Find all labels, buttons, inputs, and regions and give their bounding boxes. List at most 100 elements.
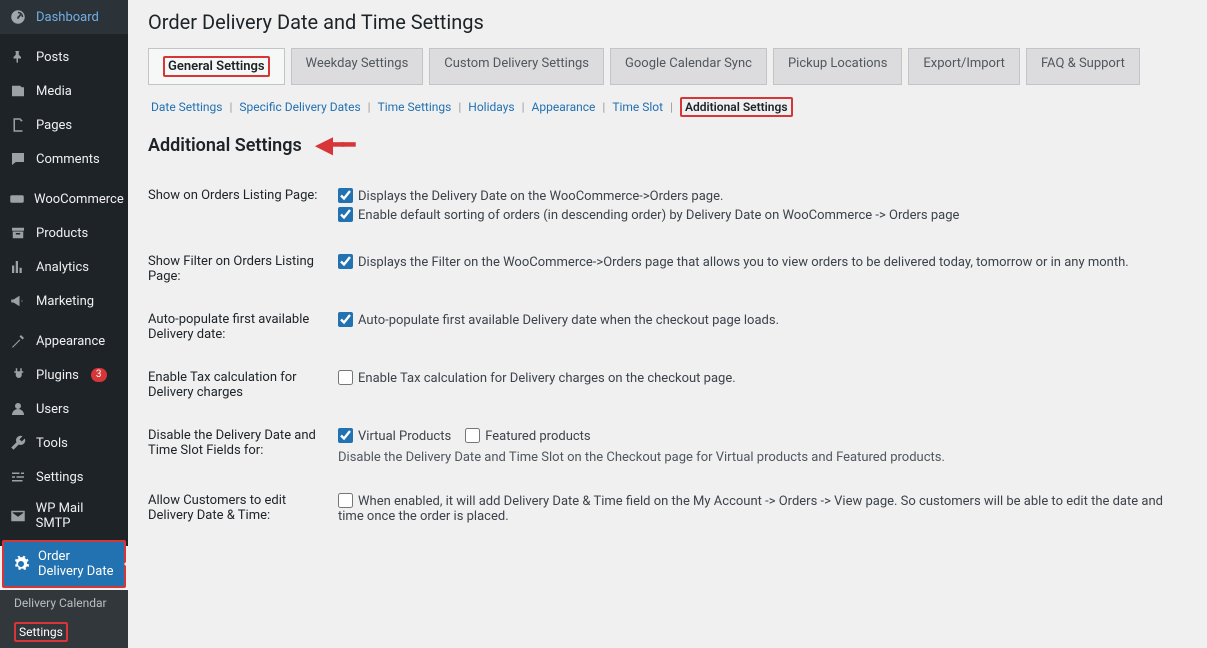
separator: | <box>522 100 525 114</box>
option[interactable]: Enable Tax calculation for Delivery char… <box>338 370 1189 386</box>
option[interactable]: Auto-populate first available Delivery d… <box>338 312 1189 328</box>
subtab-date-settings[interactable]: Date Settings <box>148 98 225 116</box>
page-icon <box>8 115 28 135</box>
main-content: Order Delivery Date and Time Settings Ge… <box>128 0 1207 546</box>
label: Analytics <box>36 260 89 275</box>
sidebar-item-order-delivery-date[interactable]: Order Delivery Date <box>2 540 126 588</box>
option[interactable]: Featured products <box>465 428 590 444</box>
tab-weekday-settings[interactable]: Weekday Settings <box>291 48 424 85</box>
sidebar-sub-settings[interactable]: Settings <box>0 616 128 648</box>
setting-controls: Enable Tax calculation for Delivery char… <box>338 356 1189 414</box>
label: Settings <box>14 622 68 642</box>
tab-google-calendar-sync[interactable]: Google Calendar Sync <box>610 48 767 85</box>
page-title: Order Delivery Date and Time Settings <box>148 10 1189 34</box>
setting-controls: When enabled, it will display the availa… <box>338 541 1189 546</box>
label: Order Delivery Date <box>38 549 116 579</box>
label: Pages <box>36 118 72 133</box>
sidebar-item-woocommerce[interactable]: WooCommerce <box>0 182 128 216</box>
sidebar-item-comments[interactable]: Comments <box>0 142 128 176</box>
sidebar-item-appearance[interactable]: Appearance <box>0 324 128 358</box>
tab-pickup-locations[interactable]: Pickup Locations <box>773 48 902 85</box>
checkbox[interactable] <box>338 370 353 385</box>
setting-label: Display availability on date <box>148 541 338 546</box>
plug-icon <box>8 365 28 385</box>
setting-row: Enable Tax calculation for Delivery char… <box>148 356 1189 414</box>
checkbox[interactable] <box>465 428 480 443</box>
subtab-specific-delivery-dates[interactable]: Specific Delivery Dates <box>236 98 363 116</box>
chart-icon <box>8 257 28 277</box>
checkbox[interactable] <box>338 254 353 269</box>
media-icon <box>8 81 28 101</box>
sidebar-submenu: Delivery Calendar Settings <box>0 590 128 648</box>
gear-icon <box>12 554 30 574</box>
sidebar-item-posts[interactable]: Posts <box>0 40 128 74</box>
subtab-holidays[interactable]: Holidays <box>465 98 517 116</box>
option[interactable]: Displays the Delivery Date on the WooCom… <box>338 188 1189 204</box>
sidebar-item-marketing[interactable]: Marketing <box>0 284 128 318</box>
label: General Settings <box>163 56 270 77</box>
option-text: Virtual Products <box>358 429 451 444</box>
label: Additional Settings <box>680 97 793 117</box>
option[interactable]: Virtual Products <box>338 428 451 444</box>
separator: | <box>229 100 232 114</box>
label: Plugins <box>36 368 79 383</box>
tab-general-settings[interactable]: General Settings <box>148 48 285 85</box>
option[interactable]: When enabled, it will add Delivery Date … <box>338 493 1189 524</box>
sidebar-item-users[interactable]: Users <box>0 392 128 426</box>
label: Posts <box>36 50 69 65</box>
setting-row: Allow Customers to edit Delivery Date & … <box>148 479 1189 541</box>
sidebar-item-plugins[interactable]: Plugins 3 <box>0 358 128 392</box>
label: Comments <box>36 152 100 167</box>
checkbox[interactable] <box>338 493 353 508</box>
setting-controls: Displays the Delivery Date on the WooCom… <box>338 174 1189 240</box>
setting-label: Disable the Delivery Date and Time Slot … <box>148 414 338 479</box>
checkbox[interactable] <box>338 207 353 222</box>
setting-controls: When enabled, it will add Delivery Date … <box>338 479 1189 541</box>
option-text: Displays the Filter on the WooCommerce->… <box>358 255 1129 270</box>
megaphone-icon <box>8 291 28 311</box>
sidebar-item-products[interactable]: Products <box>0 216 128 250</box>
option-text: Auto-populate first available Delivery d… <box>358 313 779 328</box>
tab-export-import[interactable]: Export/Import <box>908 48 1020 85</box>
sidebar-item-media[interactable]: Media <box>0 74 128 108</box>
pin-icon <box>8 47 28 67</box>
checkbox[interactable] <box>338 312 353 327</box>
checkbox[interactable] <box>338 428 353 443</box>
woo-icon <box>8 189 26 209</box>
settings-table: Show on Orders Listing Page:Displays the… <box>148 174 1189 546</box>
sidebar-item-pages[interactable]: Pages <box>0 108 128 142</box>
setting-row: Display availability on dateWhen enabled… <box>148 541 1189 546</box>
label: Tools <box>36 436 68 451</box>
tab-faq-support[interactable]: FAQ & Support <box>1026 48 1140 85</box>
label: Dashboard <box>36 10 99 25</box>
option-text: Enable default sorting of orders (in des… <box>358 208 959 223</box>
subtab-additional-settings[interactable]: Additional Settings <box>677 95 796 119</box>
setting-label: Show on Orders Listing Page: <box>148 174 338 240</box>
subtab-time-slot[interactable]: Time Slot <box>609 98 666 116</box>
archive-icon <box>8 223 28 243</box>
sidebar-sub-delivery-calendar[interactable]: Delivery Calendar <box>0 590 128 616</box>
subtab-appearance[interactable]: Appearance <box>529 98 599 116</box>
sidebar-item-wpmailsmtp[interactable]: WP Mail SMTP <box>0 494 128 538</box>
sidebar-item-settings[interactable]: Settings <box>0 460 128 494</box>
separator: | <box>368 100 371 114</box>
sidebar-item-analytics[interactable]: Analytics <box>0 250 128 284</box>
sidebar-item-dashboard[interactable]: Dashboard <box>0 0 128 34</box>
option[interactable]: Enable default sorting of orders (in des… <box>338 207 1189 223</box>
subtab-time-settings[interactable]: Time Settings <box>375 98 455 116</box>
label: Users <box>36 402 69 417</box>
tab-custom-delivery-settings[interactable]: Custom Delivery Settings <box>429 48 604 85</box>
checkbox[interactable] <box>338 188 353 203</box>
label: Marketing <box>36 294 94 309</box>
description: Disable the Delivery Date and Time Slot … <box>338 450 1189 465</box>
sliders-icon <box>8 467 28 487</box>
sub-tabs: Date Settings | Specific Delivery Dates | Ti… <box>148 95 1189 119</box>
plugins-badge: 3 <box>91 368 107 382</box>
setting-label: Allow Customers to edit Delivery Date & … <box>148 479 338 541</box>
admin-sidebar: Dashboard Posts Media Pages Comments Woo… <box>0 0 128 546</box>
wrench-icon <box>8 433 28 453</box>
sidebar-item-tools[interactable]: Tools <box>0 426 128 460</box>
setting-controls: Auto-populate first available Delivery d… <box>338 298 1189 356</box>
label: Appearance <box>36 334 105 349</box>
option[interactable]: Displays the Filter on the WooCommerce->… <box>338 254 1189 270</box>
